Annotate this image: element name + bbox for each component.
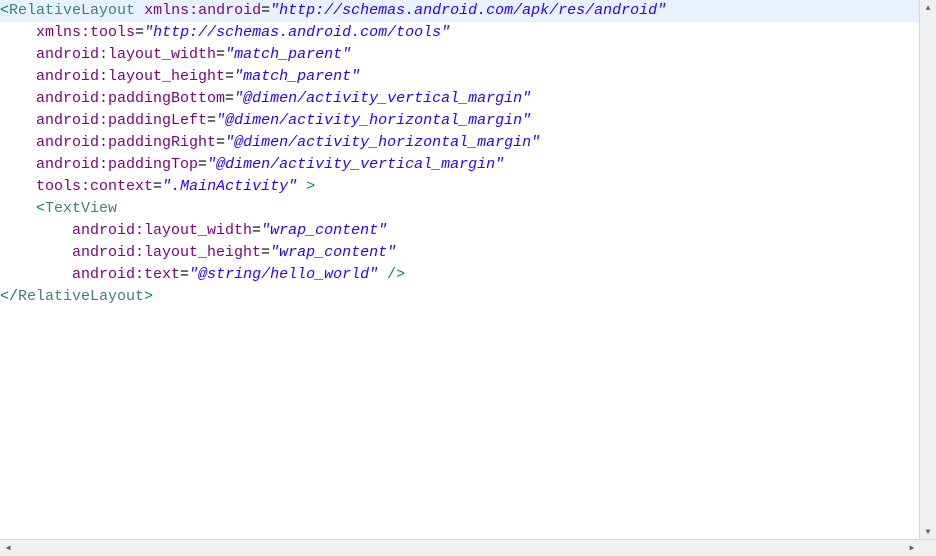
scroll-down-icon[interactable]: ▼ (920, 524, 936, 540)
code-line[interactable]: android:layout_height="match_parent" (0, 66, 936, 88)
attr-name: xmlns:tools (36, 24, 135, 41)
attr-value: "match_parent" (225, 46, 351, 63)
code-line[interactable]: <RelativeLayout xmlns:android="http://sc… (0, 0, 936, 22)
code-line[interactable]: </RelativeLayout> (0, 286, 936, 308)
attr-name: android:paddingRight (36, 134, 216, 151)
tag-selfclose: /> (387, 266, 405, 283)
attr-name: android:layout_height (72, 244, 261, 261)
code-line[interactable]: android:text="@string/hello_world" /> (0, 264, 936, 286)
attr-value: "@dimen/activity_vertical_margin" (234, 90, 531, 107)
attr-name: android:layout_width (72, 222, 252, 239)
attr-name: android:layout_width (36, 46, 216, 63)
code-line[interactable]: android:paddingTop="@dimen/activity_vert… (0, 154, 936, 176)
scroll-right-icon[interactable]: ▶ (904, 540, 920, 556)
attr-name: android:paddingBottom (36, 90, 225, 107)
tag-close-bracket: > (306, 178, 315, 195)
code-line[interactable]: <TextView (0, 198, 936, 220)
tag-open-bracket: </ (0, 288, 18, 305)
attr-value: "@string/hello_world" (189, 266, 378, 283)
code-line[interactable]: android:paddingRight="@dimen/activity_ho… (0, 132, 936, 154)
code-line[interactable]: android:layout_height="wrap_content" (0, 242, 936, 264)
code-editor[interactable]: <RelativeLayout xmlns:android="http://sc… (0, 0, 936, 540)
code-line[interactable]: android:paddingBottom="@dimen/activity_v… (0, 88, 936, 110)
attr-name: android:paddingLeft (36, 112, 207, 129)
attr-name: xmlns:android (144, 2, 261, 19)
attr-value: "http://schemas.android.com/tools" (144, 24, 450, 41)
attr-name: android:paddingTop (36, 156, 198, 173)
vertical-scrollbar[interactable]: ▲ ▼ (919, 0, 936, 540)
code-line[interactable]: xmlns:tools="http://schemas.android.com/… (0, 22, 936, 44)
attr-name: tools:context (36, 178, 153, 195)
attr-value: "wrap_content" (270, 244, 396, 261)
code-line[interactable]: tools:context=".MainActivity" > (0, 176, 936, 198)
attr-name: android:text (72, 266, 180, 283)
attr-value: "@dimen/activity_horizontal_margin" (216, 112, 531, 129)
attr-name: android:layout_height (36, 68, 225, 85)
attr-value: "@dimen/activity_vertical_margin" (207, 156, 504, 173)
horizontal-scrollbar[interactable]: ◀ ▶ (0, 539, 936, 556)
code-line[interactable]: android:layout_width="match_parent" (0, 44, 936, 66)
tag-name: RelativeLayout (18, 288, 144, 305)
tag-name: RelativeLayout (9, 2, 135, 19)
attr-value: ".MainActivity" (162, 178, 297, 195)
attr-value: "http://schemas.android.com/apk/res/andr… (270, 2, 666, 19)
tag-close-bracket: > (144, 288, 153, 305)
attr-value: "wrap_content" (261, 222, 387, 239)
attr-value: "@dimen/activity_horizontal_margin" (225, 134, 540, 151)
attr-value: "match_parent" (234, 68, 360, 85)
code-line[interactable]: android:paddingLeft="@dimen/activity_hor… (0, 110, 936, 132)
code-line[interactable]: android:layout_width="wrap_content" (0, 220, 936, 242)
tag-open-bracket: < (36, 200, 45, 217)
scrollbar-corner (920, 540, 936, 556)
tag-name: TextView (45, 200, 117, 217)
tag-open-bracket: < (0, 2, 9, 19)
scroll-left-icon[interactable]: ◀ (0, 540, 16, 556)
scroll-up-icon[interactable]: ▲ (920, 0, 936, 16)
